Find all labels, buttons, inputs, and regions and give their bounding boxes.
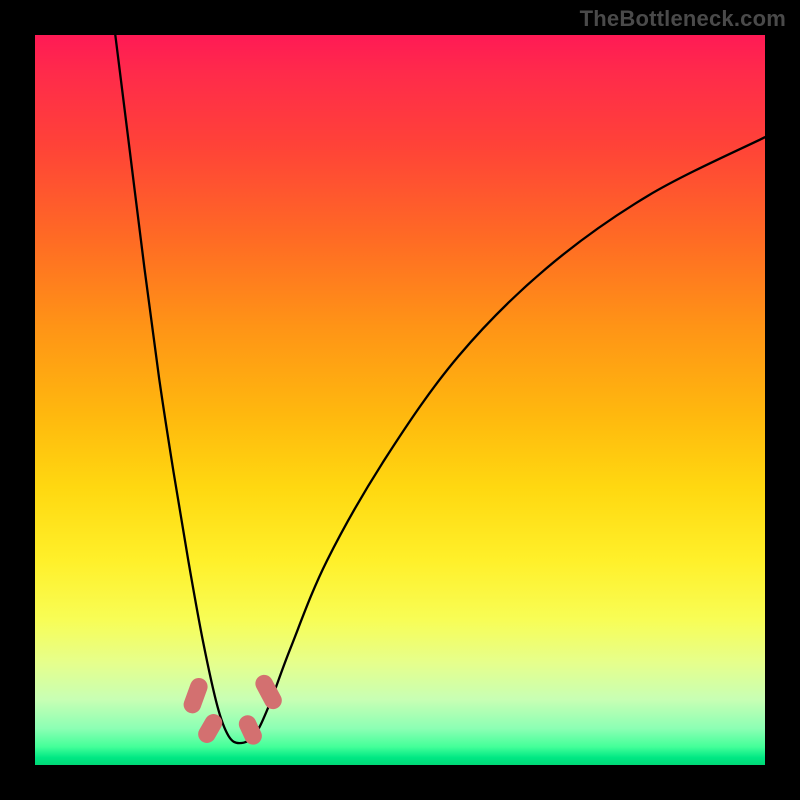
bottleneck-curve [115,35,765,743]
marker-left-upper [181,676,210,716]
watermark-text: TheBottleneck.com [580,6,786,32]
plot-area [35,35,765,765]
chart-frame: TheBottleneck.com [0,0,800,800]
curve-layer [35,35,765,765]
curve-markers [181,672,285,748]
